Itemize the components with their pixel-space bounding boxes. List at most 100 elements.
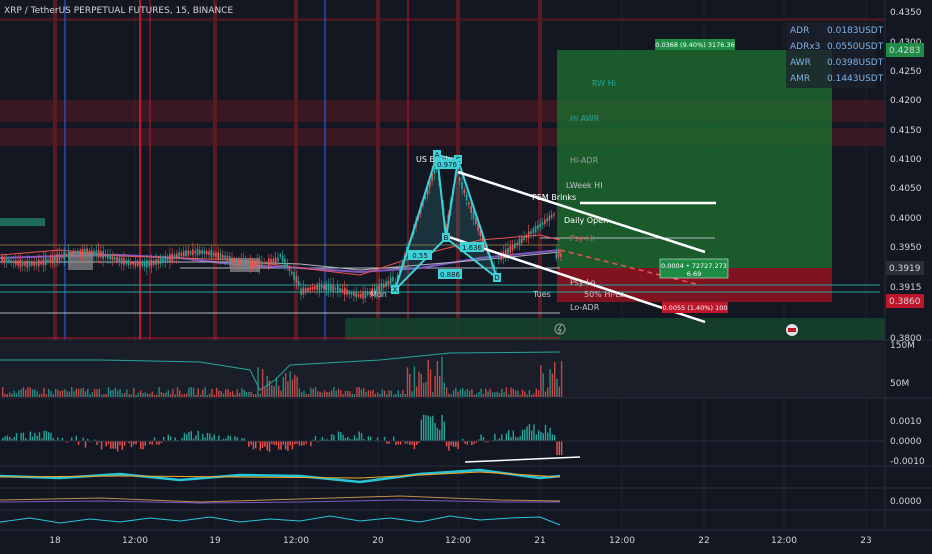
stat-label: ADRx3 [790, 42, 820, 52]
oscillator-bar [322, 437, 323, 441]
oscillator-bar [400, 441, 401, 444]
volume-bar [18, 390, 19, 397]
volume-bar [480, 389, 481, 397]
time-tick-label: 12:00 [445, 536, 471, 546]
volume-bar [483, 394, 484, 397]
volume-bar [168, 390, 169, 397]
volume-bar [294, 375, 295, 397]
level-label: Hi AWR [570, 114, 600, 123]
oscillator-bar [522, 430, 523, 441]
volume-bar [156, 395, 157, 397]
oscillator-bar [434, 423, 435, 441]
volume-bar [333, 387, 334, 397]
price-badge-label: 0.3919 [889, 264, 921, 274]
volume-bar [135, 395, 136, 397]
oscillator-bar [23, 433, 24, 441]
price-tick-label: 0.4050 [890, 184, 922, 194]
symbol-title: XRP / TetherUS PERPETUAL FUTURES, 15, BI… [4, 6, 233, 16]
oscillator-bar [333, 435, 334, 441]
oscillator-bar [140, 441, 141, 449]
svg-text:0.0368 (9.40%) 3176.36: 0.0368 (9.40%) 3176.36 [655, 41, 734, 49]
volume-bar [549, 369, 550, 397]
oscillator-bar [76, 436, 77, 441]
volume-bar [188, 388, 189, 397]
oscillator-bar [204, 437, 205, 441]
volume-bar [331, 390, 332, 397]
volume-bar [223, 393, 224, 397]
oscillator-bar [152, 441, 153, 445]
oscillator-bar [515, 437, 516, 441]
oscillator-bar [340, 432, 341, 441]
volume-bar [301, 392, 302, 397]
volume-bar [246, 392, 247, 397]
chart-workspace[interactable]: RW HiHi AWRHi-ADRLWeek HIPEM BrinksDaily… [0, 0, 932, 550]
volume-bar [209, 394, 210, 397]
oscillator-bar [494, 434, 495, 441]
oscillator-bar [34, 433, 35, 441]
volume-bar [55, 389, 56, 397]
volume-bar [536, 389, 537, 397]
volume-bar [444, 383, 445, 397]
time-tick-label: 22 [698, 536, 709, 546]
volume-bar [165, 393, 166, 397]
volume-bar [186, 393, 187, 397]
oscillator-bar [7, 436, 8, 441]
volume-bar [338, 389, 339, 397]
volume-bar [119, 389, 120, 397]
news-flag-icon[interactable] [786, 324, 798, 336]
volume-bar [69, 391, 70, 397]
volume-bar [434, 376, 435, 397]
volume-bar [172, 389, 173, 397]
price-tick-label: 0.3915 [890, 283, 922, 293]
level-label: Tues [532, 290, 551, 299]
oscillator-bar [230, 436, 231, 441]
volume-bar [467, 389, 468, 397]
volume-bar [356, 387, 357, 397]
volume-bar [515, 390, 516, 397]
pattern-point-label: D [493, 273, 501, 282]
volume-bar [147, 393, 148, 397]
oscillator-bar [501, 434, 502, 441]
volume-bar [375, 394, 376, 397]
volume-bar [368, 390, 369, 397]
oscillator-bar [198, 431, 199, 441]
volume-tick-label: 50M [890, 379, 909, 389]
price-tick-label: 0.3950 [890, 243, 922, 253]
volume-bar [352, 394, 353, 397]
price-tick-label: 0.4250 [890, 67, 922, 77]
volume-bar [11, 394, 12, 397]
volume-bar [469, 391, 470, 397]
volume-bar [39, 394, 40, 397]
volume-bar [407, 367, 408, 397]
oscillator-bar [393, 437, 394, 441]
price-badge: 0.3919 [886, 261, 924, 275]
volume-bar [260, 394, 261, 397]
volume-bar [432, 392, 433, 397]
stat-value: 0.1443USDT [827, 74, 883, 84]
oscillator-tick-label: -0.0010 [890, 457, 925, 467]
oscillator-bar [57, 437, 58, 441]
oscillator-bar [471, 441, 472, 445]
price-badge-label: 0.3860 [889, 297, 921, 307]
volume-bar [253, 394, 254, 397]
volume-bar [16, 393, 17, 397]
volume-bar [115, 388, 116, 397]
volume-bar [129, 394, 130, 397]
volume-bar [34, 389, 35, 397]
volume-bar [241, 388, 242, 397]
volume-bar [131, 394, 132, 397]
volume-bar [554, 362, 555, 397]
volume-bar [216, 388, 217, 397]
volume-bar [428, 360, 429, 397]
svg-text:X: X [393, 286, 398, 294]
oscillator-bar [524, 429, 525, 441]
oscillator-bar [184, 433, 185, 441]
oscillator-bar [168, 435, 169, 441]
volume-bar [27, 387, 28, 397]
oscillator-bar [191, 431, 192, 441]
oscillator-bar [554, 435, 555, 441]
volume-bar [112, 390, 113, 397]
volume-bar [66, 391, 67, 397]
oscillator-bar [264, 441, 265, 447]
oscillator-bar [106, 441, 107, 446]
